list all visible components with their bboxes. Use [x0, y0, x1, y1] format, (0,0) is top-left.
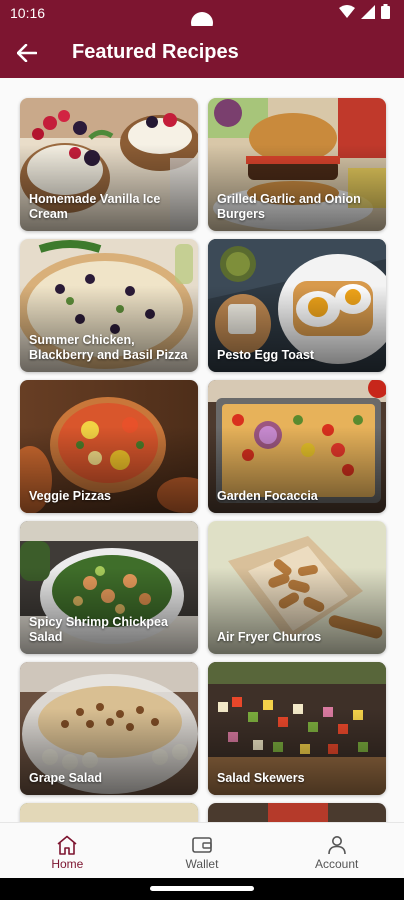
recipe-card[interactable]: Spicy Shrimp Chickpea Salad	[20, 521, 198, 654]
recipe-list[interactable]: Homemade Vanilla Ice Cream Grilled Garli…	[0, 78, 404, 822]
recipe-title: Grape Salad	[29, 771, 102, 785]
recipe-grid: Homemade Vanilla Ice Cream Grilled Garli…	[20, 98, 386, 822]
nav-label: Account	[315, 857, 359, 871]
wifi-icon	[339, 4, 355, 18]
recipe-title: Air Fryer Churros	[217, 630, 322, 644]
recipe-title: Salad Skewers	[217, 771, 305, 785]
recipe-card[interactable]	[208, 803, 386, 822]
recipe-card[interactable]: Grilled Garlic and Onion Burgers	[208, 98, 386, 231]
recipe-title: Homemade Vanilla Ice Cream	[29, 192, 161, 221]
recipe-card[interactable]: Air Fryer Churros	[208, 521, 386, 654]
back-button[interactable]	[12, 38, 42, 68]
gesture-bar	[0, 878, 404, 900]
status-bar: 10:16	[0, 0, 404, 34]
signal-icon	[361, 4, 375, 19]
recipe-image	[208, 803, 386, 822]
recipe-title: Garden Focaccia	[217, 489, 318, 503]
recipe-card[interactable]: Pesto Egg Toast	[208, 239, 386, 372]
recipe-title: Spicy Shrimp Chickpea Salad	[29, 615, 168, 644]
arrow-back-icon	[17, 44, 37, 62]
account-icon	[327, 836, 346, 855]
recipe-title: Veggie Pizzas	[29, 489, 111, 503]
nav-home[interactable]: Home	[0, 823, 135, 878]
recipe-card[interactable]: Grape Salad	[20, 662, 198, 795]
recipe-card[interactable]: Garden Focaccia	[208, 380, 386, 513]
recipe-card[interactable]	[20, 803, 198, 822]
status-icons	[339, 4, 390, 19]
recipe-title: Summer Chicken, Blackberry and Basil Piz…	[29, 333, 188, 362]
page-title: Featured Recipes	[72, 41, 239, 63]
app-bar: Featured Recipes	[0, 26, 404, 78]
status-time: 10:16	[10, 5, 46, 21]
recipe-title: Pesto Egg Toast	[217, 348, 315, 362]
home-icon	[57, 835, 77, 855]
recipe-card[interactable]: Veggie Pizzas	[20, 380, 198, 513]
bottom-navigation: Home Wallet Account	[0, 822, 404, 878]
wallet-icon	[192, 837, 212, 853]
battery-icon	[381, 4, 390, 19]
recipe-card[interactable]: Salad Skewers	[208, 662, 386, 795]
recipe-image	[20, 803, 198, 822]
nav-wallet[interactable]: Wallet	[135, 823, 270, 878]
nav-account[interactable]: Account	[269, 823, 404, 878]
home-indicator[interactable]	[150, 886, 254, 891]
recipe-title: Grilled Garlic and Onion Burgers	[217, 192, 361, 221]
nav-label: Home	[51, 857, 84, 871]
nav-label: Wallet	[185, 857, 219, 871]
recipe-card[interactable]: Summer Chicken, Blackberry and Basil Piz…	[20, 239, 198, 372]
recipe-card[interactable]: Homemade Vanilla Ice Cream	[20, 98, 198, 231]
